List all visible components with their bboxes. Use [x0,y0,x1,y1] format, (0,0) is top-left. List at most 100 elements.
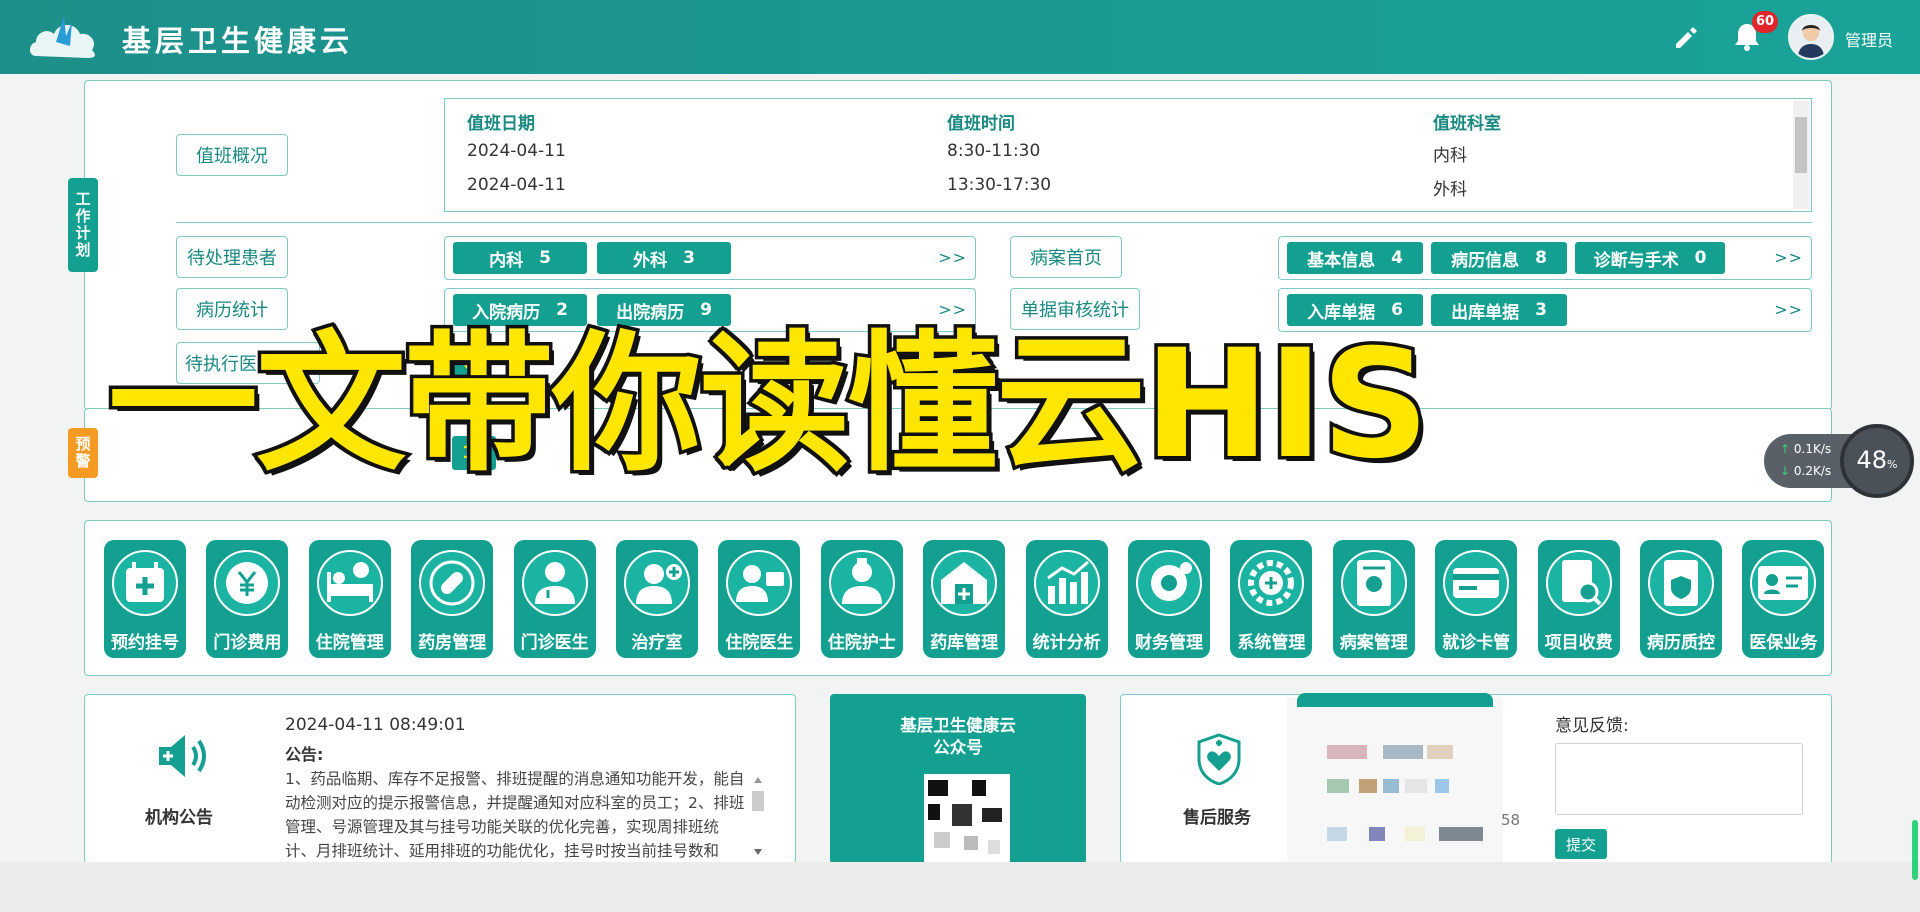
chip-diagnosis[interactable]: 诊断与手术 0 [1575,242,1725,274]
settings-gear-icon [1238,550,1305,616]
duty-scrollbar[interactable] [1793,101,1809,209]
module-tile[interactable]: 药房管理 [411,540,494,658]
duty-col-time: 值班时间 [947,114,1015,134]
duty-col-dept: 值班科室 [1433,114,1501,134]
chip-record-info[interactable]: 病历信息 8 [1431,242,1567,274]
doctor-icon [521,550,588,616]
more-link[interactable]: >> [1774,300,1803,319]
notice-heading: 公告: [285,745,324,764]
module-label: 住院管理 [315,633,384,653]
notice-time: 2024-04-11 08:49:01 [285,715,466,735]
user-name[interactable]: 管理员 [1845,27,1893,51]
insurance-card-icon [1750,550,1817,616]
service-contact-blurred [1287,693,1503,863]
overlay-caption: 一文带你读懂云HIS [105,318,1433,492]
chip-count: 2 [556,300,568,320]
upload-arrow-icon: ↑ [1780,442,1791,456]
edit-pencil-icon[interactable] [1672,24,1698,50]
chip-basic-info[interactable]: 基本信息 4 [1287,242,1423,274]
duty-scrollbar-thumb[interactable] [1795,117,1807,173]
module-label: 统计分析 [1032,633,1101,653]
chip-count: 3 [683,248,695,268]
module-tile[interactable]: 病案管理 [1332,540,1415,658]
module-label: 财务管理 [1135,633,1203,653]
module-tile[interactable]: 药库管理 [923,540,1006,658]
module-tile[interactable]: 病历质控 [1640,540,1722,658]
upload-value: 0.1 [1793,442,1813,456]
module-tile[interactable]: 统计分析 [1025,540,1108,658]
upload-unit: K/s [1812,442,1832,456]
notification-badge: 60 [1752,11,1779,33]
module-label: 药房管理 [418,633,487,653]
module-tile[interactable]: 住院管理 [308,540,391,658]
notice-title: 机构公告 [145,808,213,828]
chip-label: 内科 [489,250,524,271]
module-tile[interactable]: 门诊医生 [513,540,596,658]
module-label: 病历质控 [1647,633,1715,653]
finance-gear-icon [1136,550,1202,616]
record-home-label[interactable]: 病案首页 [1010,236,1122,278]
invoice-search-icon [1545,550,1612,616]
user-avatar[interactable] [1788,14,1834,60]
side-indicator-bar [1912,820,1918,880]
more-link[interactable]: >> [1774,248,1803,267]
net-upload: ↑ 0.1K/s [1780,442,1831,456]
module-label: 预约挂号 [111,633,179,653]
chip-count: 0 [1694,248,1707,268]
module-tile[interactable]: 门诊费用 [206,540,289,658]
service-number-fragment: 58 [1501,811,1521,829]
duty-overview-label[interactable]: 值班概况 [176,134,288,176]
pending-patients-box: 内科 5 外科 3 >> [444,236,976,280]
module-tile[interactable]: 财务管理 [1128,540,1210,658]
wechat-title: 基层卫生健康云 [900,716,1016,735]
cloud-logo-icon [30,16,95,58]
duty-row-2-time: 13:30-17:30 [947,175,1052,195]
module-tile[interactable]: 就诊卡管 [1435,540,1518,658]
download-value: 0.2 [1793,464,1813,478]
duty-row-1-time: 8:30-11:30 [947,141,1041,161]
chip-count: 8 [1535,248,1547,268]
module-tile[interactable]: 住院护士 [820,540,903,658]
app-title: 基层卫生健康云 [122,24,354,58]
memory-percent-unit: % [1887,458,1898,471]
chip-label: 外科 [633,250,668,271]
service-tab [1297,693,1493,707]
nurse-icon [624,550,690,616]
notice-body: 1、药品临期、库存不足报警、排班提醒的消息通知功能开发，能自动检测对应的提示报警… [285,770,745,860]
medical-record-icon [1340,550,1407,616]
top-header: 基层卫生健康云 60 管理员 [0,0,1920,74]
feedback-submit-button[interactable]: 提交 [1555,829,1607,859]
duty-col-date: 值班日期 [467,114,535,134]
module-tile[interactable]: 系统管理 [1230,540,1313,658]
chip-count: 4 [1391,248,1403,268]
more-link[interactable]: >> [938,248,967,267]
chip-label: 出库单据 [1451,302,1520,323]
qr-code-icon [924,774,1010,864]
module-tile[interactable]: 项目收费 [1537,540,1620,658]
notice-scrollbar[interactable] [751,773,765,859]
chip-internal[interactable]: 内科 5 [453,242,587,274]
module-label: 门诊医生 [520,633,589,653]
chip-surgery[interactable]: 外科 3 [597,242,731,274]
more-link[interactable]: >> [938,300,967,319]
pending-patients-label[interactable]: 待处理患者 [176,236,288,278]
chip-label: 基本信息 [1307,250,1376,271]
module-tile[interactable]: 住院医生 [718,540,801,658]
module-label: 系统管理 [1237,633,1306,653]
duty-row-2-date: 2024-04-11 [467,175,566,195]
work-plan-tag: 工作计划 [68,178,98,272]
feedback-textarea[interactable] [1555,743,1803,815]
module-label: 病案管理 [1339,633,1408,653]
memory-usage-ring[interactable]: 48% [1840,424,1914,498]
module-tile[interactable]: 治疗室 [616,540,698,658]
module-tile[interactable]: 预约挂号 [104,540,186,658]
bar-chart-icon [1033,550,1100,616]
module-tile[interactable]: 医保业务 [1742,540,1825,658]
hospital-bed-icon [316,550,383,616]
chip-stock-out[interactable]: 出库单据 3 [1431,294,1567,326]
net-download: ↓ 0.2K/s [1780,464,1831,478]
chip-label: 诊断与手术 [1593,250,1679,271]
wechat-qr-panel: 基层卫生健康云 公众号 [830,694,1086,864]
module-label: 就诊卡管 [1442,633,1511,653]
card-icon [1443,550,1510,616]
